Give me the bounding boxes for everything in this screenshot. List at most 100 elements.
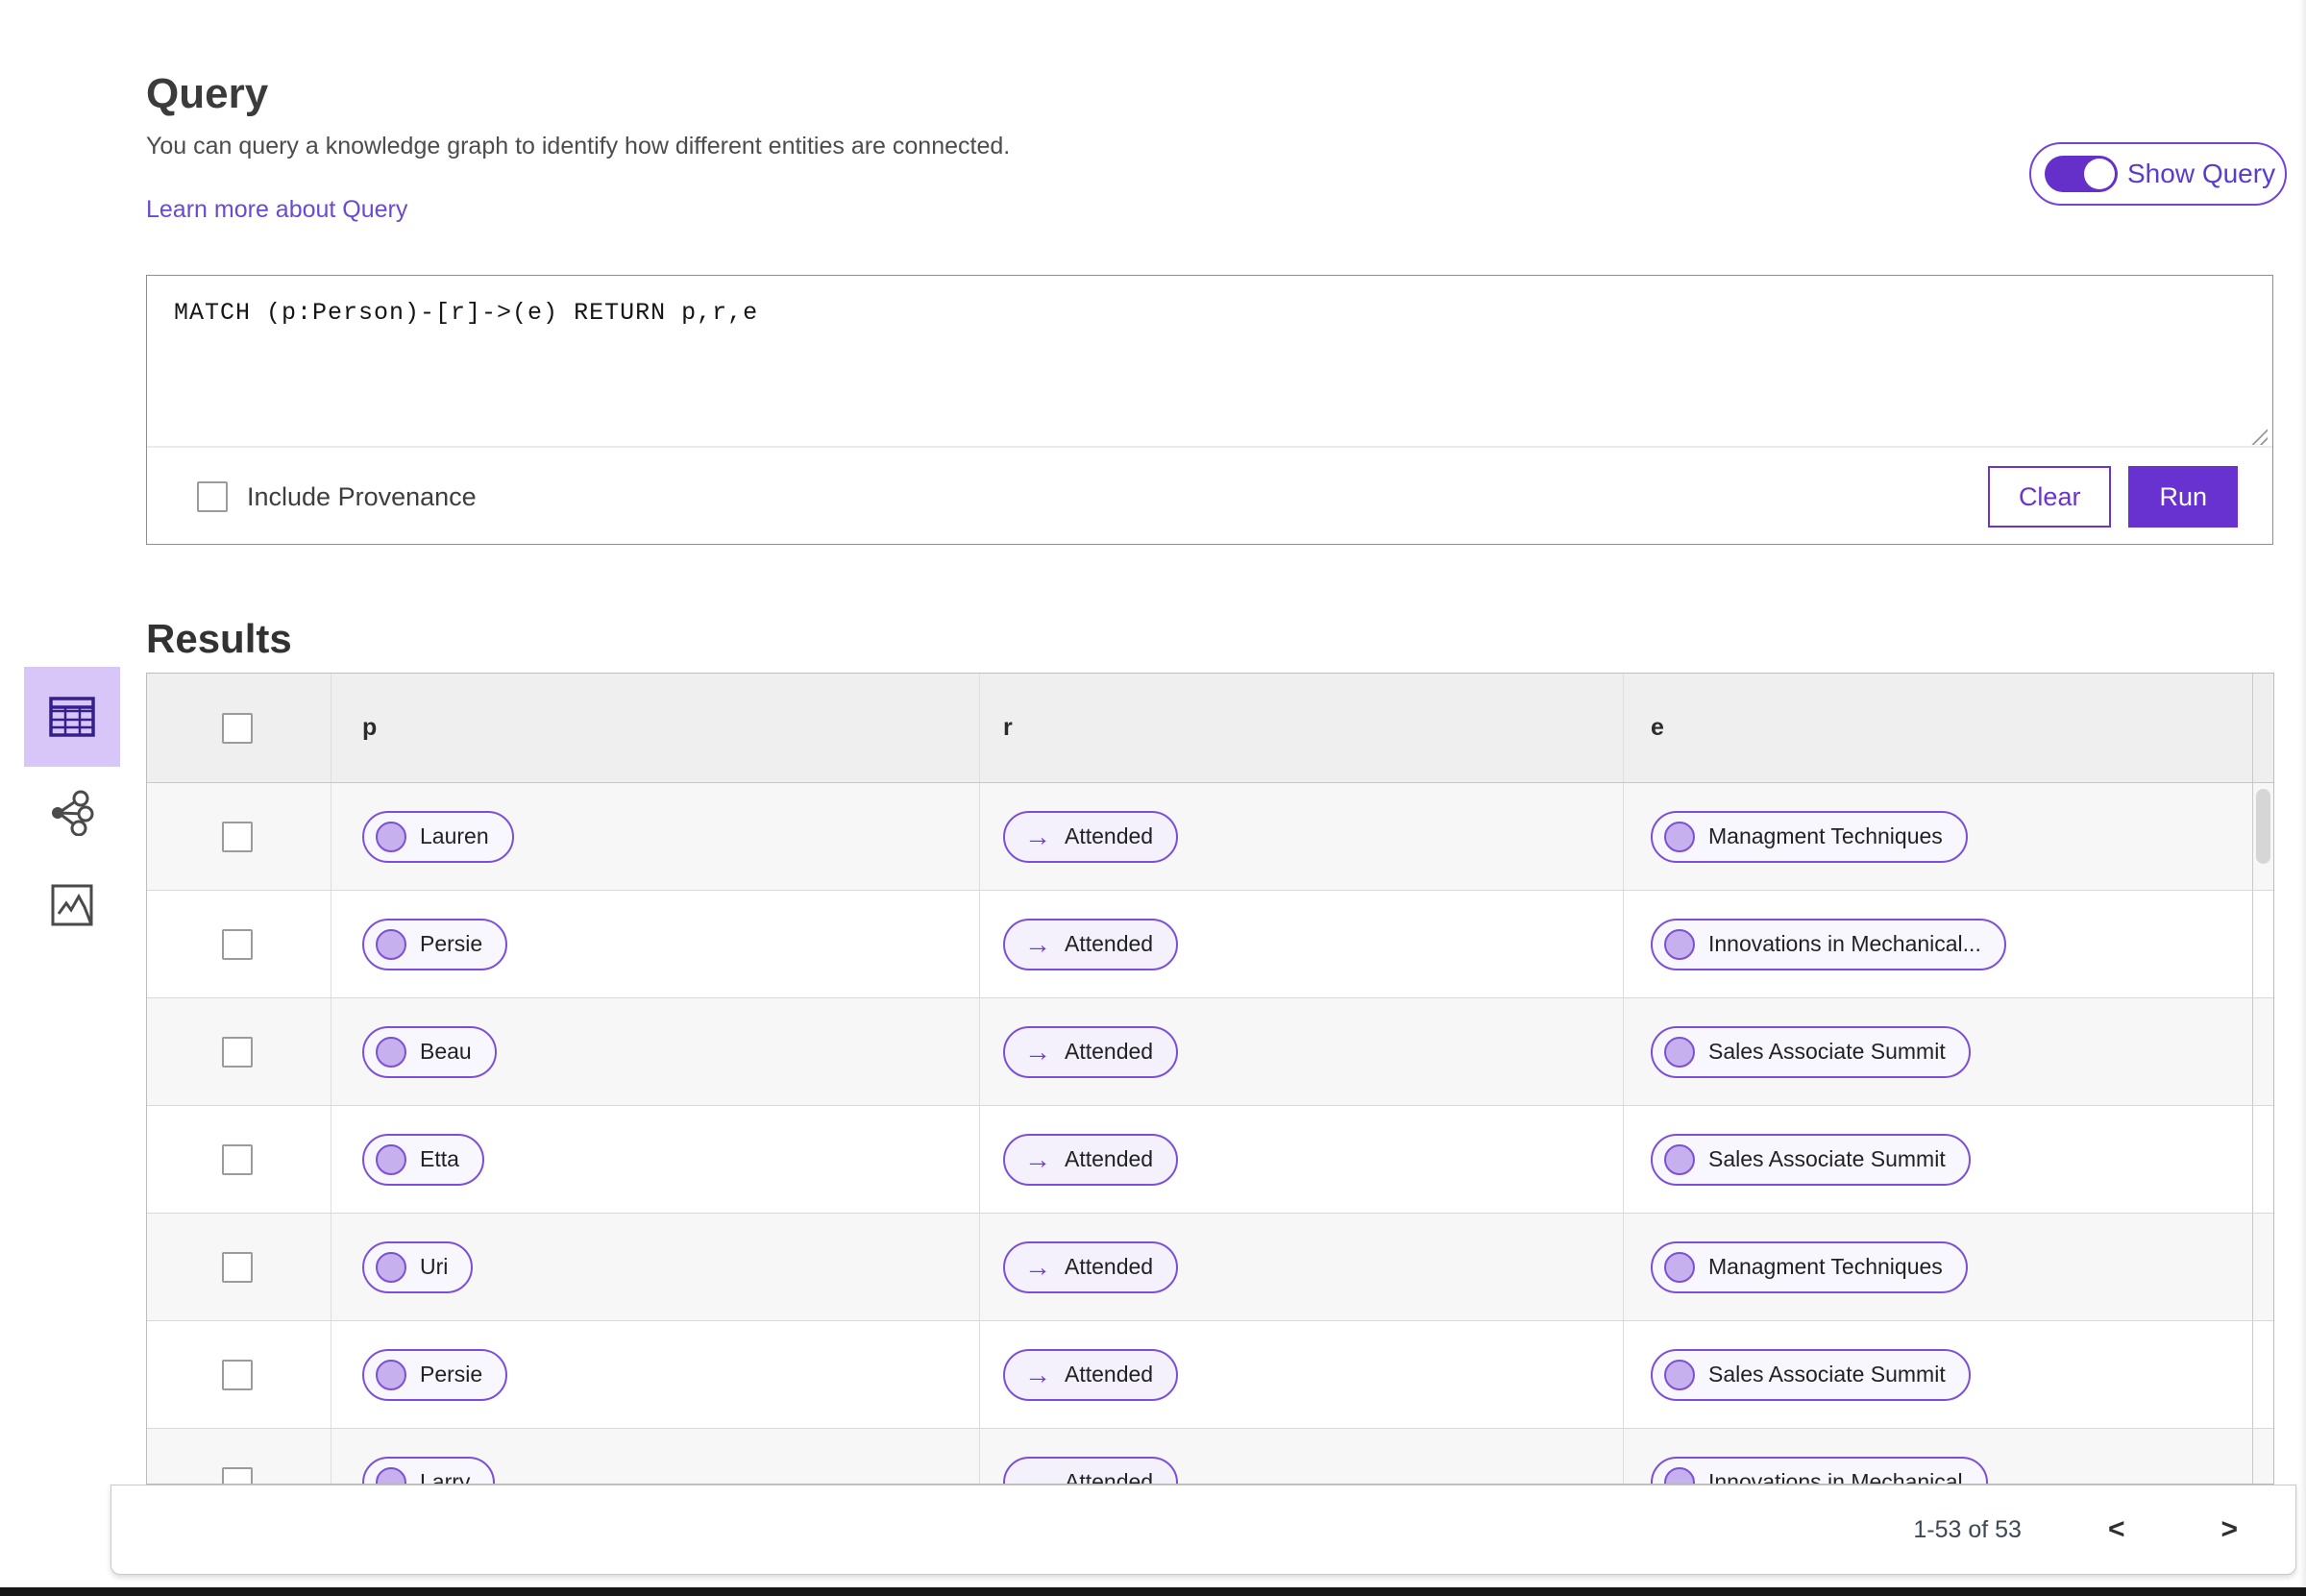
entity-pill[interactable]: Innovations in Mechanical (1651, 1456, 1988, 1484)
entity-label: Larry (420, 1469, 471, 1485)
entity-pill[interactable]: Innovations in Mechanical... (1651, 918, 2006, 970)
relationship-label: Attended (1065, 1039, 1154, 1064)
row-checkbox[interactable] (222, 1251, 253, 1283)
entity-pill[interactable]: Uri (362, 1240, 474, 1293)
table-scrollbar-thumb[interactable] (2256, 789, 2270, 864)
cell-p: Larry (331, 1429, 980, 1485)
cell-e: Innovations in Mechanical (1624, 1429, 2253, 1484)
window-bottom-edge (0, 1587, 2306, 1596)
select-all-checkbox[interactable] (222, 712, 253, 744)
cell-p: Beau (331, 998, 980, 1105)
cell-p: Persie (331, 891, 980, 997)
entity-circle-icon (1664, 1036, 1695, 1068)
show-query-label: Show Query (2127, 159, 2276, 188)
entity-pill[interactable]: Managment Techniques (1651, 1240, 1968, 1293)
entity-circle-icon (1664, 1466, 1695, 1484)
scrollbar-gutter (2253, 891, 2273, 997)
row-select-cell (147, 1106, 331, 1213)
entity-label: Beau (420, 1039, 472, 1064)
chevron-right-icon[interactable]: > (2211, 1513, 2247, 1546)
entity-circle-icon (376, 821, 406, 852)
arrow-right-icon: → (1024, 1143, 1051, 1174)
results-rows: Lauren → Attended Managment Techniques P… (147, 783, 2273, 1485)
entity-circle-icon (1664, 1143, 1695, 1175)
query-input[interactable]: MATCH (p:Person)-[r]->(e) RETURN p,r,e (147, 276, 2272, 448)
entity-pill[interactable]: Sales Associate Summit (1651, 1348, 1971, 1401)
entity-pill[interactable]: Sales Associate Summit (1651, 1133, 1971, 1186)
row-checkbox[interactable] (222, 928, 253, 960)
entity-label: Managment Techniques (1708, 823, 1943, 848)
link-chart-view-icon (52, 790, 94, 836)
row-select-cell (147, 1214, 331, 1320)
relationship-label: Attended (1065, 1254, 1154, 1279)
row-select-cell (147, 1321, 331, 1428)
row-checkbox[interactable] (222, 1036, 253, 1068)
arrow-right-icon: → (1024, 1466, 1051, 1485)
cell-e: Sales Associate Summit (1624, 998, 2253, 1105)
entity-pill[interactable]: Persie (362, 1348, 508, 1401)
relationship-pill[interactable]: → Attended (1003, 1133, 1179, 1186)
row-checkbox[interactable] (222, 1143, 253, 1175)
row-checkbox[interactable] (222, 1466, 253, 1484)
include-provenance-label: Include Provenance (247, 481, 477, 511)
entity-label: Uri (420, 1254, 449, 1279)
clear-button[interactable]: Clear (1987, 466, 2112, 528)
entity-pill[interactable]: Beau (362, 1025, 497, 1078)
pagination-range-label: 1-53 of 53 (1913, 1515, 2022, 1543)
relationship-pill[interactable]: → Attended (1003, 1348, 1179, 1401)
cell-e: Innovations in Mechanical... (1624, 891, 2253, 997)
entity-circle-icon (1664, 928, 1695, 960)
cell-r: → Attended (980, 1214, 1624, 1320)
relationship-label: Attended (1065, 1469, 1154, 1485)
page-description: You can query a knowledge graph to ident… (146, 133, 1011, 160)
relationship-label: Attended (1065, 1362, 1154, 1387)
cell-p: Persie (331, 1321, 980, 1428)
chevron-left-icon[interactable]: < (2098, 1513, 2135, 1546)
row-select-cell (147, 783, 331, 890)
entity-circle-icon (376, 1466, 406, 1484)
entity-pill[interactable]: Persie (362, 918, 508, 970)
relationship-pill[interactable]: → Attended (1003, 1456, 1179, 1485)
relationship-pill[interactable]: → Attended (1003, 1025, 1179, 1078)
arrow-right-icon: → (1024, 821, 1051, 851)
toggle-switch-icon[interactable] (2045, 156, 2118, 192)
entity-circle-icon (376, 1359, 406, 1390)
query-panel-footer: Include Provenance Clear Run (147, 450, 2272, 544)
show-query-toggle[interactable]: Show Query (2029, 142, 2287, 206)
cell-p: Lauren (331, 783, 980, 890)
cell-p: Etta (331, 1106, 980, 1213)
entity-pill[interactable]: Larry (362, 1456, 496, 1485)
entity-pill[interactable]: Managment Techniques (1651, 810, 1968, 863)
arrow-right-icon: → (1024, 1036, 1051, 1067)
row-checkbox[interactable] (222, 1359, 253, 1390)
arrow-right-icon: → (1024, 928, 1051, 959)
learn-more-link[interactable]: Learn more about Query (146, 196, 407, 224)
relationship-pill[interactable]: → Attended (1003, 1240, 1179, 1293)
arrow-right-icon: → (1024, 1251, 1051, 1282)
row-select-cell (147, 998, 331, 1105)
cell-r: → Attended (980, 998, 1624, 1105)
toggle-knob (2084, 159, 2115, 189)
link-chart-view-button[interactable] (24, 767, 120, 859)
include-provenance-checkbox[interactable] (197, 481, 228, 512)
entity-pill[interactable]: Lauren (362, 810, 514, 863)
run-button[interactable]: Run (2128, 466, 2238, 528)
cell-e: Managment Techniques (1624, 783, 2253, 890)
textarea-resize-grip-icon[interactable] (2248, 426, 2268, 445)
relationship-pill[interactable]: → Attended (1003, 918, 1179, 970)
row-checkbox[interactable] (222, 821, 253, 852)
table-view-button[interactable] (24, 667, 120, 767)
entity-pill[interactable]: Sales Associate Summit (1651, 1025, 1971, 1078)
scrollbar-gutter (2253, 1106, 2273, 1213)
table-row: Etta → Attended Sales Associate Summit (147, 1106, 2273, 1214)
relationship-label: Attended (1065, 1146, 1154, 1171)
entity-label: Persie (420, 1362, 483, 1387)
chart-view-button[interactable] (24, 859, 120, 951)
row-select-cell (147, 1429, 331, 1484)
cell-r: → Attended (980, 891, 1624, 997)
entity-label: Innovations in Mechanical... (1708, 931, 1981, 956)
relationship-pill[interactable]: → Attended (1003, 810, 1179, 863)
entity-label: Managment Techniques (1708, 1254, 1943, 1279)
scrollbar-gutter (2253, 674, 2273, 782)
entity-pill[interactable]: Etta (362, 1133, 484, 1186)
